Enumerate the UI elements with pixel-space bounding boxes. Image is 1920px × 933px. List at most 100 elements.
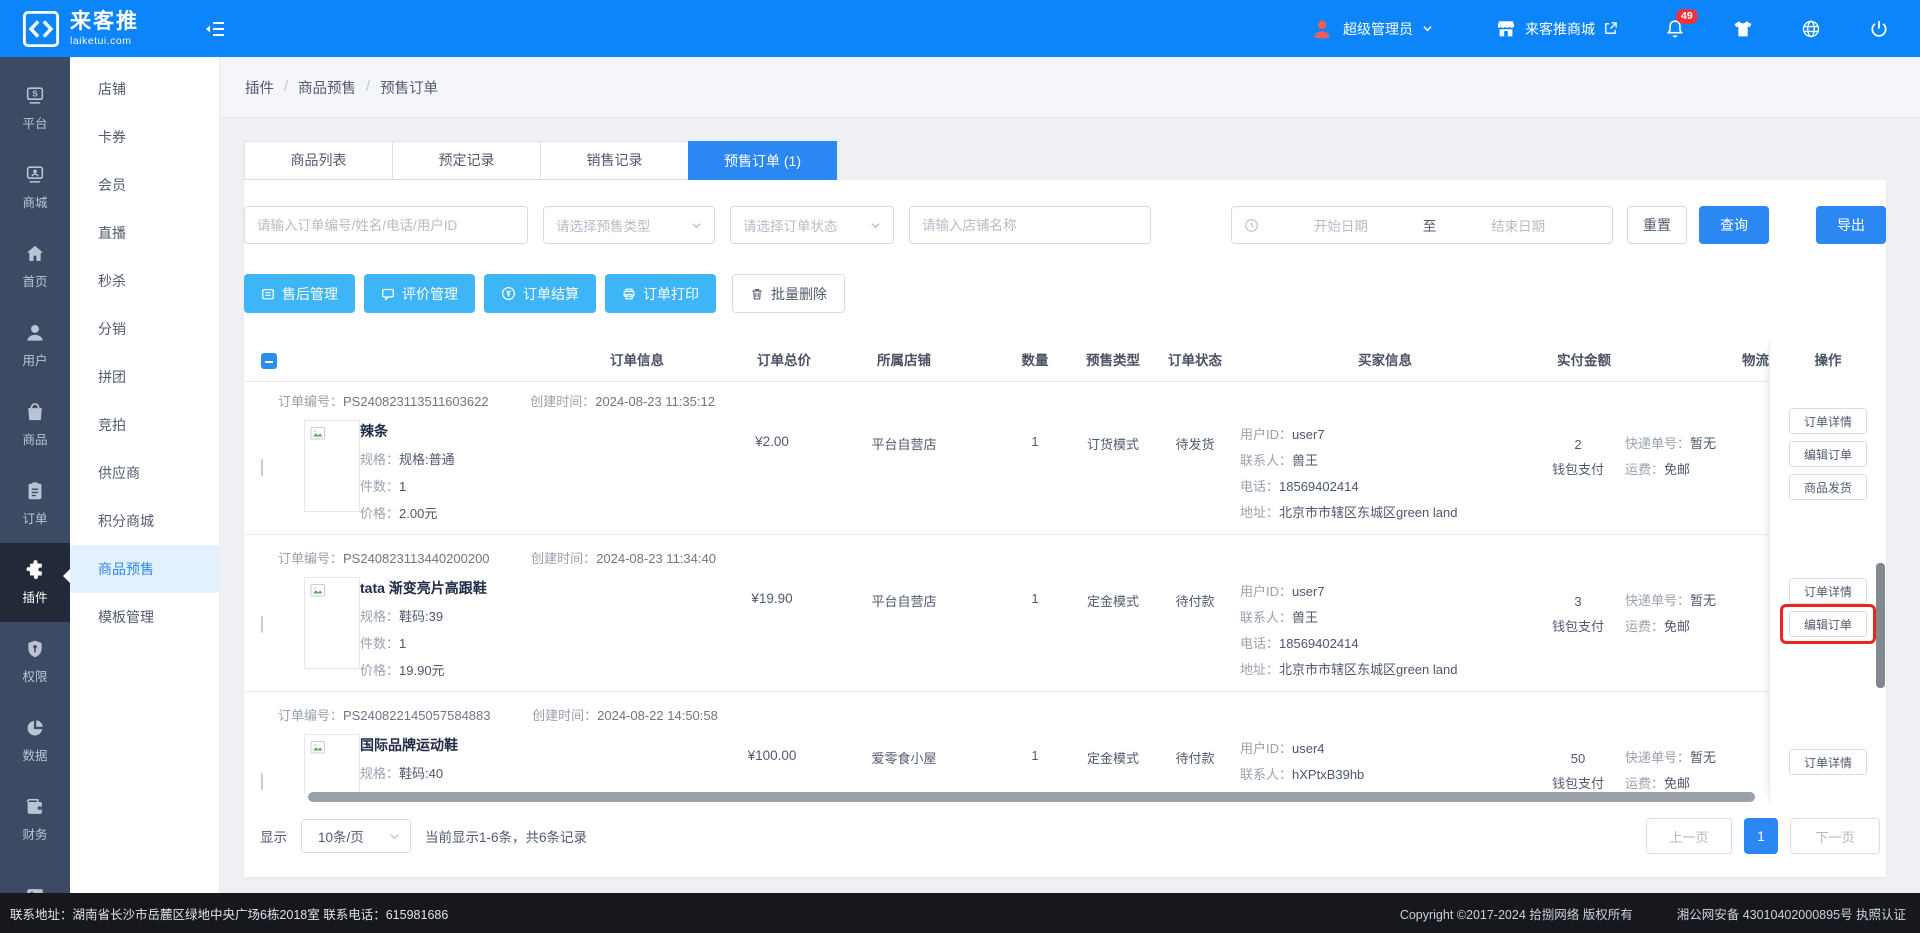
user-menu[interactable]: 超级管理员 (1310, 17, 1433, 41)
clipboard-icon (24, 480, 46, 502)
tshirt-icon (1732, 18, 1754, 40)
export-button[interactable]: 导出 (1816, 206, 1886, 244)
storefront-icon (1495, 18, 1517, 40)
edit-order-button[interactable]: 编辑订单 (1789, 611, 1867, 637)
notification-badge: 49 (1676, 9, 1698, 24)
tab-presale-orders[interactable]: 预售订单 (1) (688, 141, 837, 180)
logout-button[interactable] (1868, 18, 1890, 40)
submenu-item-member[interactable]: 会员 (70, 161, 219, 209)
row-checkbox[interactable] (261, 616, 263, 633)
logistics-info: 快递单号：暂无 运费：免邮 (1625, 745, 1716, 794)
review-management-button[interactable]: 评价管理 (364, 274, 475, 313)
shop-link[interactable]: 来客推商城 (1495, 18, 1618, 40)
brand-mark-icon (22, 10, 60, 48)
order-status: 待付款 (1155, 591, 1235, 610)
table-row: 国际品牌运动鞋 规格：鞋码:40 ¥100.00 爱零食小屋 1 定金模式 待付… (244, 732, 1886, 794)
breadcrumb-item-plugins[interactable]: 插件 (245, 77, 274, 98)
order-detail-button[interactable]: 订单详情 (1789, 408, 1867, 434)
buyer-info: 用户ID：user7 联系人：兽王 电话：18569402414 地址：北京市市… (1240, 422, 1457, 526)
search-button[interactable]: 查询 (1699, 206, 1769, 244)
shop-name: 平台自营店 (824, 434, 984, 453)
submenu-item-flashsale[interactable]: 秒杀 (70, 257, 219, 305)
horizontal-scrollbar[interactable] (308, 792, 1755, 802)
sidebar-item-permissions[interactable]: 权限 (0, 622, 70, 701)
shop-name-input[interactable] (909, 206, 1151, 244)
product-name[interactable]: tata 渐变亮片高跟鞋 (360, 578, 487, 598)
chevron-down-icon (1422, 23, 1433, 34)
sidebar-item-orders[interactable]: 订单 (0, 464, 70, 543)
prev-page-button[interactable]: 上一页 (1646, 818, 1732, 854)
page-size-label: 显示 (260, 826, 287, 846)
batch-delete-button[interactable]: 批量删除 (732, 274, 845, 313)
order-detail-button[interactable]: 订单详情 (1789, 749, 1867, 775)
shield-key-icon (24, 638, 46, 660)
trash-icon (750, 287, 764, 301)
external-link-icon (1603, 21, 1618, 36)
shop-name: 爱零食小屋 (824, 748, 984, 767)
brand-domain: laiketui.com (70, 36, 139, 47)
order-status-select[interactable]: 请选择订单状态 (730, 206, 894, 244)
order-print-button[interactable]: 订单打印 (605, 274, 716, 313)
footer-beian[interactable]: 湘公网安备 43010402000895号 执照认证 (1677, 904, 1906, 923)
chevron-down-icon (691, 220, 702, 231)
actions-column: 操作 订单详情 编辑订单 商品发货 订单详情 编辑订单 订单详情 (1769, 340, 1886, 804)
breadcrumb-item-presale[interactable]: 商品预售 (298, 77, 356, 98)
ship-goods-button[interactable]: 商品发货 (1789, 474, 1867, 500)
product-name[interactable]: 辣条 (360, 421, 455, 441)
order-search-input[interactable] (244, 206, 528, 244)
vertical-scrollbar[interactable] (1876, 563, 1885, 688)
submenu-item-shop[interactable]: 店铺 (70, 65, 219, 113)
submenu-item-presale[interactable]: 商品预售 (70, 545, 219, 593)
select-all-checkbox[interactable] (261, 353, 277, 369)
merchandise-button[interactable] (1732, 18, 1754, 40)
row-actions: 订单详情 编辑订单 商品发货 (1770, 408, 1886, 500)
notifications-button[interactable]: 49 (1664, 18, 1686, 40)
page-number-1[interactable]: 1 (1744, 818, 1778, 854)
sidebar-item-data[interactable]: 数据 (0, 701, 70, 780)
tab-sales-records[interactable]: 销售记录 (540, 141, 689, 180)
app-logo[interactable]: 来客推 laiketui.com (0, 10, 185, 48)
order-settlement-button[interactable]: 订单结算 (484, 274, 596, 313)
tab-reservation-records[interactable]: 预定记录 (392, 141, 541, 180)
filter-bar: 请选择预售类型 请选择订单状态 开始日期 至 结束日期 重置 查询 导出 (244, 206, 1886, 244)
submenu-item-groupbuy[interactable]: 拼团 (70, 353, 219, 401)
sidebar-item-finance[interactable]: 财务 (0, 780, 70, 859)
col-order-status: 订单状态 (1155, 340, 1235, 382)
sidebar-item-platform[interactable]: S 平台 (0, 69, 70, 148)
row-checkbox[interactable] (261, 773, 263, 790)
sidebar-item-users[interactable]: 用户 (0, 306, 70, 385)
product-image (304, 420, 360, 512)
presale-type: 订货模式 (1073, 434, 1153, 453)
product-name[interactable]: 国际品牌运动鞋 (360, 735, 458, 755)
submenu-item-auction[interactable]: 竞拍 (70, 401, 219, 449)
mall-icon (24, 164, 46, 186)
col-buyer-info: 买家信息 (1305, 340, 1465, 382)
plugins-submenu: 店铺 卡券 会员 直播 秒杀 分销 拼团 竞拍 供应商 积分商城 商品预售 模板… (70, 57, 220, 893)
next-page-button[interactable]: 下一页 (1790, 818, 1880, 854)
order-group: 订单编号：PS240823113440200200 创建时间：2024-08-2… (244, 534, 1886, 691)
language-button[interactable] (1800, 18, 1822, 40)
sidebar-item-goods[interactable]: 商品 (0, 385, 70, 464)
submenu-item-template[interactable]: 模板管理 (70, 593, 219, 641)
order-detail-button[interactable]: 订单详情 (1789, 578, 1867, 604)
sidebar-item-plugins[interactable]: 插件 (0, 543, 70, 622)
date-range-picker[interactable]: 开始日期 至 结束日期 (1231, 206, 1613, 244)
date-end-placeholder: 结束日期 (1436, 215, 1600, 235)
row-checkbox[interactable] (261, 459, 263, 476)
chat-icon (381, 287, 395, 301)
reset-button[interactable]: 重置 (1627, 206, 1687, 244)
col-qty: 数量 (995, 340, 1075, 382)
presale-type-select[interactable]: 请选择预售类型 (543, 206, 715, 244)
submenu-item-supplier[interactable]: 供应商 (70, 449, 219, 497)
after-sale-button[interactable]: 售后管理 (244, 274, 355, 313)
sidebar-item-home[interactable]: 首页 (0, 227, 70, 306)
submenu-item-coupon[interactable]: 卡券 (70, 113, 219, 161)
sidebar-collapse-icon[interactable] (203, 17, 227, 41)
submenu-item-live[interactable]: 直播 (70, 209, 219, 257)
tab-product-list[interactable]: 商品列表 (244, 141, 393, 180)
edit-order-button[interactable]: 编辑订单 (1789, 441, 1867, 467)
page-size-select[interactable]: 10条/页 (301, 819, 411, 853)
submenu-item-distribution[interactable]: 分销 (70, 305, 219, 353)
submenu-item-points-mall[interactable]: 积分商城 (70, 497, 219, 545)
sidebar-item-mall[interactable]: 商城 (0, 148, 70, 227)
